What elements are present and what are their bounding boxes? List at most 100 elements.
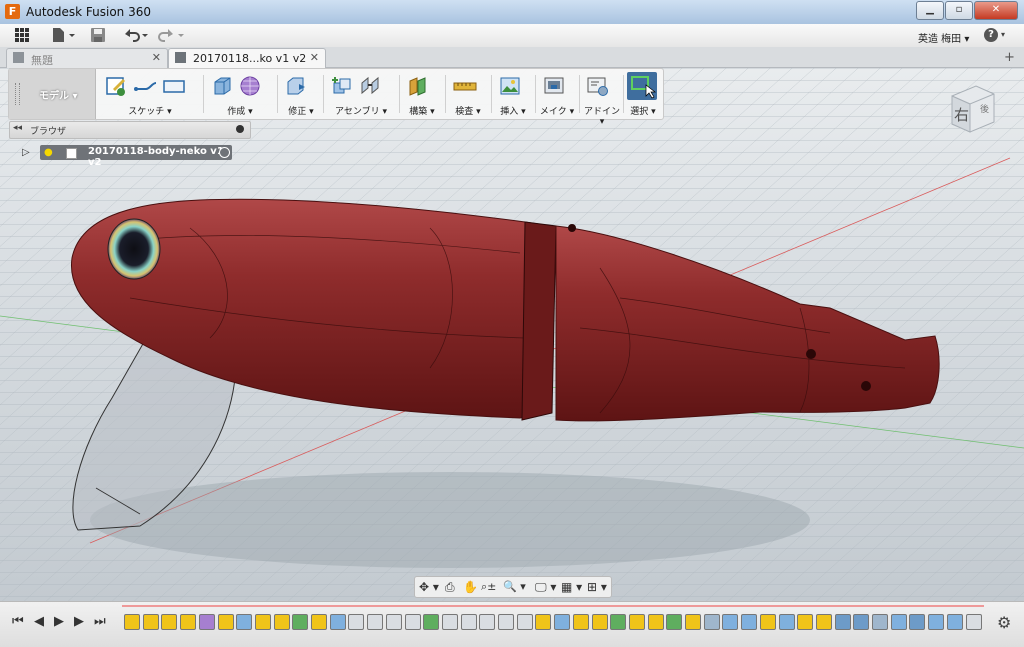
timeline-feature-hole-icon[interactable]: [872, 614, 888, 630]
timeline-feature-sketch-icon[interactable]: [591, 614, 608, 630]
timeline-feature-move-icon[interactable]: [516, 614, 533, 630]
ribbon-group-create[interactable]: 作成 ▾: [205, 69, 275, 119]
viewports-icon[interactable]: ⊞ ▾: [587, 579, 607, 595]
timeline-feature-loft-icon[interactable]: [610, 614, 627, 630]
workspace-switcher[interactable]: モデル ▾: [9, 69, 96, 119]
timeline-feature-extrude-icon[interactable]: [741, 614, 758, 630]
timeline-feature-move-icon[interactable]: [385, 614, 402, 630]
file-menu-icon[interactable]: [50, 27, 76, 44]
help-dropdown-arrow[interactable]: ▾: [1001, 30, 1005, 39]
timeline-feature-split-icon[interactable]: [666, 614, 683, 630]
view-cube[interactable]: 右 後: [946, 82, 998, 136]
timeline-feature-extrude-icon[interactable]: [554, 614, 571, 630]
timeline-feature-move-icon[interactable]: [404, 614, 421, 630]
zoom-window-icon[interactable]: 🔍 ▾: [503, 579, 526, 595]
ribbon-group-insert[interactable]: 挿入 ▾: [493, 69, 533, 119]
maximize-button[interactable]: ▫: [945, 1, 973, 20]
ribbon-group-addins[interactable]: アドイン ▾: [581, 69, 623, 127]
browser-pin-icon[interactable]: [236, 125, 244, 133]
timeline-feature-combine-icon[interactable]: [853, 614, 870, 630]
timeline-feature-sketch-icon[interactable]: [815, 614, 832, 630]
help-icon[interactable]: ?: [984, 28, 998, 42]
sketch-rectangle-icon[interactable]: [161, 75, 185, 97]
sketch-line-icon[interactable]: [133, 75, 157, 97]
tab-close-button[interactable]: ✕: [152, 51, 161, 64]
timeline-feature-extrude-icon[interactable]: [722, 614, 739, 630]
browser-panel-header[interactable]: ◂◂ ブラウザ: [9, 121, 251, 139]
timeline-feature-extrude-icon[interactable]: [946, 614, 963, 630]
timeline-first-button[interactable]: ⏮: [12, 614, 24, 629]
timeline-feature-move-icon[interactable]: [348, 614, 365, 630]
redo-icon[interactable]: [158, 27, 186, 44]
extrude-box-icon[interactable]: [211, 75, 233, 97]
timeline-feature-extrude-icon[interactable]: [928, 614, 945, 630]
ribbon-group-inspect[interactable]: 検査 ▾: [447, 69, 489, 119]
look-at-icon[interactable]: ⎙: [445, 579, 455, 595]
measure-icon[interactable]: [453, 75, 477, 97]
expand-arrow-icon[interactable]: ▷: [22, 147, 30, 158]
save-icon[interactable]: [90, 27, 106, 44]
3d-canvas[interactable]: モデル ▾ スケッチ ▾ 作成 ▾ 修正 ▾ アセンブリ ▾ 構築 ▾ 検査 ▾…: [0, 68, 1024, 601]
timeline-feature-sketch-icon[interactable]: [124, 614, 140, 630]
timeline-feature-sketch-icon[interactable]: [759, 614, 776, 630]
timeline-feature-move-icon[interactable]: [367, 614, 384, 630]
timeline-feature-sketch-icon[interactable]: [273, 614, 290, 630]
joint-icon[interactable]: [359, 75, 381, 97]
tab-active-document[interactable]: 20170118...ko v1 v2 ✕: [168, 48, 326, 68]
new-component-icon[interactable]: [331, 75, 353, 97]
timeline-feature-sketch-icon[interactable]: [535, 614, 552, 630]
timeline-feature-move-icon[interactable]: [479, 614, 496, 630]
timeline-feature-extrude-icon[interactable]: [236, 614, 253, 630]
activate-radio-icon[interactable]: [219, 147, 230, 158]
timeline-feature-form-icon[interactable]: [198, 614, 215, 630]
scripts-icon[interactable]: [587, 75, 609, 97]
timeline-feature-extrude-icon[interactable]: [778, 614, 795, 630]
ribbon-group-construct[interactable]: 構築 ▾: [401, 69, 443, 119]
tab-untitled[interactable]: 無題 ✕: [6, 48, 168, 68]
timeline-feature-combine-icon[interactable]: [909, 614, 926, 630]
timeline-feature-sketch-icon[interactable]: [311, 614, 327, 630]
ribbon-group-modify[interactable]: 修正 ▾: [279, 69, 323, 119]
timeline-feature-hole-icon[interactable]: [703, 614, 720, 630]
timeline-previous-button[interactable]: ◀: [34, 614, 44, 629]
timeline-feature-combine-icon[interactable]: [834, 614, 851, 630]
timeline-feature-sketch-icon[interactable]: [142, 614, 159, 630]
timeline-feature-track[interactable]: [122, 611, 984, 637]
browser-tree-row[interactable]: ▷ ● 20170118-body-neko v1 v2: [22, 145, 242, 168]
data-panel-grid-icon[interactable]: [14, 27, 30, 44]
ribbon-group-select[interactable]: 選択 ▾: [623, 69, 663, 119]
timeline-feature-sketch-icon[interactable]: [628, 614, 645, 630]
form-sphere-icon[interactable]: [239, 75, 261, 97]
viewcube-right-label[interactable]: 右: [954, 104, 969, 125]
ribbon-group-make[interactable]: メイク ▾: [537, 69, 577, 119]
orbit-icon[interactable]: ✥ ▾: [419, 579, 439, 595]
timeline-feature-move-icon[interactable]: [460, 614, 477, 630]
timeline-feature-extrude-icon[interactable]: [890, 614, 907, 630]
timeline-feature-move-icon[interactable]: [498, 614, 514, 630]
offset-plane-icon[interactable]: [407, 75, 429, 97]
press-pull-icon[interactable]: [285, 75, 307, 97]
undo-icon[interactable]: [122, 27, 150, 44]
lure-eye[interactable]: [107, 218, 161, 280]
ribbon-group-sketch[interactable]: スケッチ ▾: [99, 69, 201, 119]
timeline-feature-loft-icon[interactable]: [423, 614, 440, 630]
timeline-feature-sketch-icon[interactable]: [161, 614, 178, 630]
display-settings-icon[interactable]: 🖵 ▾: [535, 579, 556, 595]
toolbar-grip[interactable]: [15, 83, 20, 105]
sketch-create-icon[interactable]: [105, 75, 127, 97]
timeline-settings-icon[interactable]: ⚙: [997, 613, 1011, 632]
timeline-feature-move-icon[interactable]: [441, 614, 458, 630]
user-account-menu[interactable]: 英造 梅田 ▾: [918, 30, 969, 45]
zoom-icon[interactable]: ⌕±: [481, 579, 496, 595]
timeline-feature-sketch-icon[interactable]: [647, 614, 664, 630]
timeline-feature-move-icon[interactable]: [965, 614, 982, 630]
tab-close-button[interactable]: ✕: [310, 51, 319, 64]
timeline-feature-sketch-icon[interactable]: [572, 614, 589, 630]
select-window-icon[interactable]: [627, 72, 657, 100]
timeline-feature-extrude-icon[interactable]: [329, 614, 346, 630]
close-window-button[interactable]: ✕: [974, 1, 1018, 20]
3d-print-icon[interactable]: [543, 75, 565, 97]
timeline-next-button[interactable]: ▶: [74, 614, 84, 629]
timeline-play-button[interactable]: ▶: [54, 614, 64, 629]
collapse-browser-icon[interactable]: ◂◂: [13, 123, 22, 133]
